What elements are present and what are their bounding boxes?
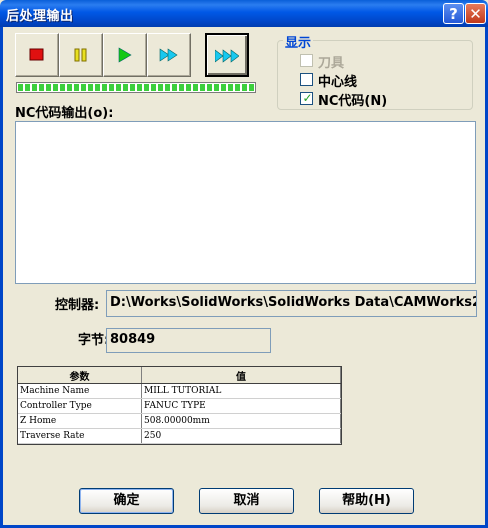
table-row[interactable]: Traverse Rate 250 — [18, 428, 341, 444]
fast-forward-icon — [159, 48, 178, 62]
value-column-header[interactable]: 值 — [141, 367, 341, 384]
nc-code-checkbox[interactable]: ✓ — [300, 91, 313, 105]
window-title: 后处理输出 — [6, 9, 74, 24]
controller-field: D:\Works\SolidWorks\SolidWorks Data\CAMW… — [106, 290, 477, 317]
bytes-field: 80849 — [106, 328, 271, 353]
title-close-button[interactable]: ✕ — [465, 3, 486, 24]
run-to-end-icon — [215, 49, 239, 63]
display-group-label: 显示 — [283, 32, 314, 51]
progress-fill — [18, 84, 254, 91]
param-value-cell: MILL TUTORIAL — [141, 383, 341, 399]
parameters-table[interactable]: 参数 值 Machine Name MILL TUTORIAL Controll… — [17, 366, 342, 445]
help-icon: ? — [449, 5, 458, 23]
title-bar: 后处理输出 ? ✕ — [0, 0, 488, 27]
nc-code-checkbox-label: NC代码(N) — [318, 94, 388, 109]
ok-button[interactable]: 确定 — [79, 488, 174, 514]
help-button[interactable]: 帮助(H) — [319, 488, 414, 514]
play-button[interactable] — [103, 33, 147, 77]
cancel-button[interactable]: 取消 — [199, 488, 294, 514]
table-row[interactable]: Z Home 508.00000mm — [18, 413, 341, 429]
table-row[interactable]: Controller Type FANUC TYPE — [18, 398, 341, 414]
stop-button[interactable] — [15, 33, 59, 77]
table-row[interactable]: Machine Name MILL TUTORIAL — [18, 383, 341, 399]
progress-bar — [16, 82, 256, 93]
fast-forward-button[interactable] — [147, 33, 191, 77]
stop-icon — [29, 48, 44, 61]
param-name-cell: Traverse Rate — [18, 428, 142, 444]
controller-label: 控制器: — [55, 298, 100, 313]
param-name-cell: Z Home — [18, 413, 142, 429]
centerline-checkbox-label: 中心线 — [318, 75, 358, 90]
param-column-header[interactable]: 参数 — [18, 367, 142, 384]
nc-output-label: NC代码输出(o): — [15, 106, 114, 121]
close-icon: ✕ — [469, 5, 482, 23]
pause-button[interactable] — [59, 33, 103, 77]
table-header-row: 参数 值 — [18, 367, 341, 384]
check-icon: ✓ — [302, 91, 313, 105]
param-value-cell: 250 — [141, 428, 341, 444]
param-name-cell: Machine Name — [18, 383, 142, 399]
tool-checkbox[interactable] — [300, 54, 313, 67]
pause-icon — [74, 48, 87, 62]
play-icon — [118, 47, 132, 63]
param-value-cell: FANUC TYPE — [141, 398, 341, 414]
param-name-cell: Controller Type — [18, 398, 142, 414]
run-to-end-button[interactable] — [205, 33, 249, 77]
bytes-label: 字节: — [78, 333, 110, 348]
title-help-button[interactable]: ? — [443, 3, 464, 24]
nc-output-textarea[interactable] — [15, 121, 476, 284]
tool-checkbox-label: 刀具 — [318, 56, 345, 71]
centerline-checkbox[interactable] — [300, 73, 313, 86]
param-value-cell: 508.00000mm — [141, 413, 341, 429]
